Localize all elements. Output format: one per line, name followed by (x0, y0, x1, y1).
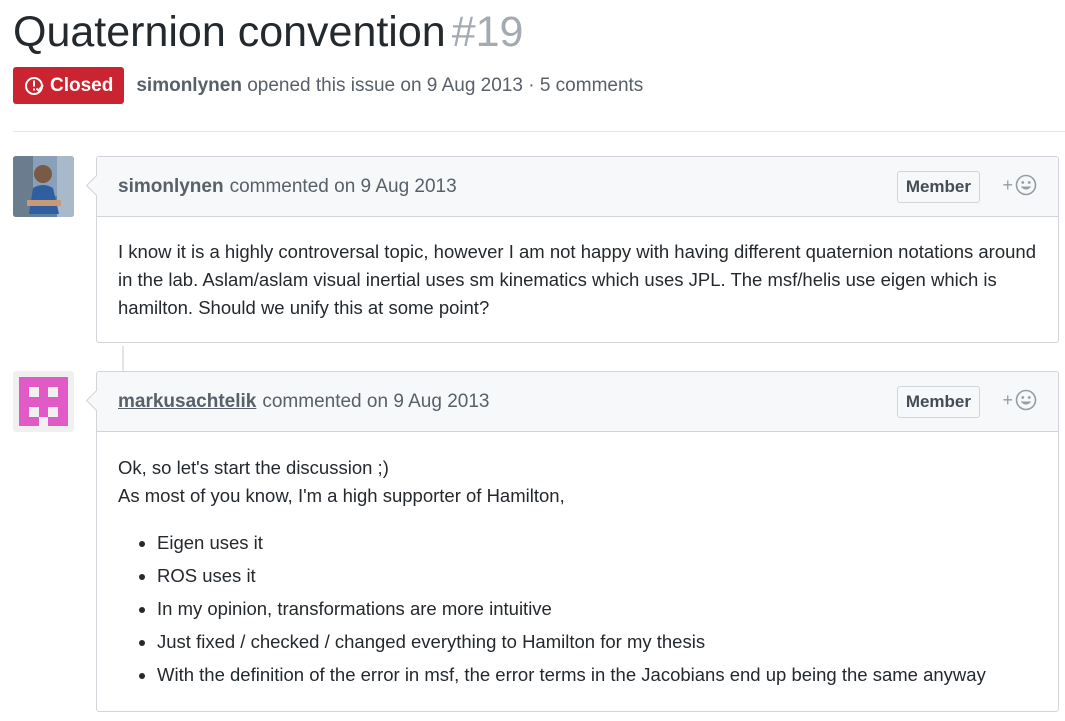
comment-line: As most of you know, I'm a high supporte… (118, 485, 565, 506)
list-item: In my opinion, transformations are more … (157, 592, 1037, 625)
issue-title-text: Quaternion convention (13, 8, 446, 56)
timeline-connector (122, 346, 124, 371)
list-item: Just fixed / checked / changed everythin… (157, 625, 1037, 658)
smiley-icon (1015, 389, 1037, 411)
avatar-photo (13, 156, 74, 217)
issue-title: Quaternion convention #19 (13, 6, 523, 58)
avatar-markusachtelik[interactable] (13, 371, 74, 432)
closed-state-badge: Closed (13, 67, 125, 104)
issue-number: #19 (451, 8, 524, 56)
comment-list: Eigen uses it ROS uses it In my opinion,… (118, 526, 1037, 691)
comment-author[interactable]: markusachtelik (118, 391, 256, 413)
identicon (13, 371, 74, 432)
comment-line: Ok, so let's start the discussion ;) (118, 457, 389, 478)
add-reaction-button[interactable]: + (1002, 389, 1037, 411)
comment-body: Ok, so let's start the discussion ;) As … (97, 432, 1058, 711)
comment-1: simonlynen commented on 9 Aug 2013 Membe… (96, 156, 1059, 343)
list-item: Eigen uses it (157, 526, 1037, 559)
smiley-icon (1015, 174, 1037, 196)
plus-icon: + (1002, 174, 1013, 195)
issue-author-link[interactable]: simonlynen (136, 75, 242, 96)
member-badge: Member (896, 386, 980, 418)
state-label: Closed (50, 74, 114, 96)
comment-header: simonlynen commented on 9 Aug 2013 Membe… (97, 157, 1058, 217)
comment-timestamp[interactable]: commented on 9 Aug 2013 (262, 391, 489, 413)
add-reaction-button[interactable]: + (1002, 174, 1037, 196)
plus-icon: + (1002, 389, 1013, 410)
avatar-simonlynen[interactable] (13, 156, 74, 217)
list-item: ROS uses it (157, 559, 1037, 592)
comment-text: I know it is a highly controversal topic… (118, 241, 1036, 318)
comment-2: markusachtelik commented on 9 Aug 2013 M… (96, 371, 1059, 712)
issue-meta-text: simonlynen opened this issue on 9 Aug 20… (136, 75, 643, 97)
comment-body: I know it is a highly controversal topic… (97, 217, 1058, 342)
comment-header: markusachtelik commented on 9 Aug 2013 M… (97, 372, 1058, 432)
member-badge: Member (896, 171, 980, 203)
comment-author[interactable]: simonlynen (118, 176, 224, 198)
list-item: With the definition of the error in msf,… (157, 658, 1037, 691)
issue-closed-icon (25, 76, 44, 95)
issue-meta-details: opened this issue on 9 Aug 2013 · 5 comm… (247, 74, 644, 96)
issue-meta: Closed simonlynen opened this issue on 9… (13, 67, 643, 104)
comment-timestamp[interactable]: commented on 9 Aug 2013 (230, 176, 457, 198)
header-divider (13, 131, 1065, 132)
